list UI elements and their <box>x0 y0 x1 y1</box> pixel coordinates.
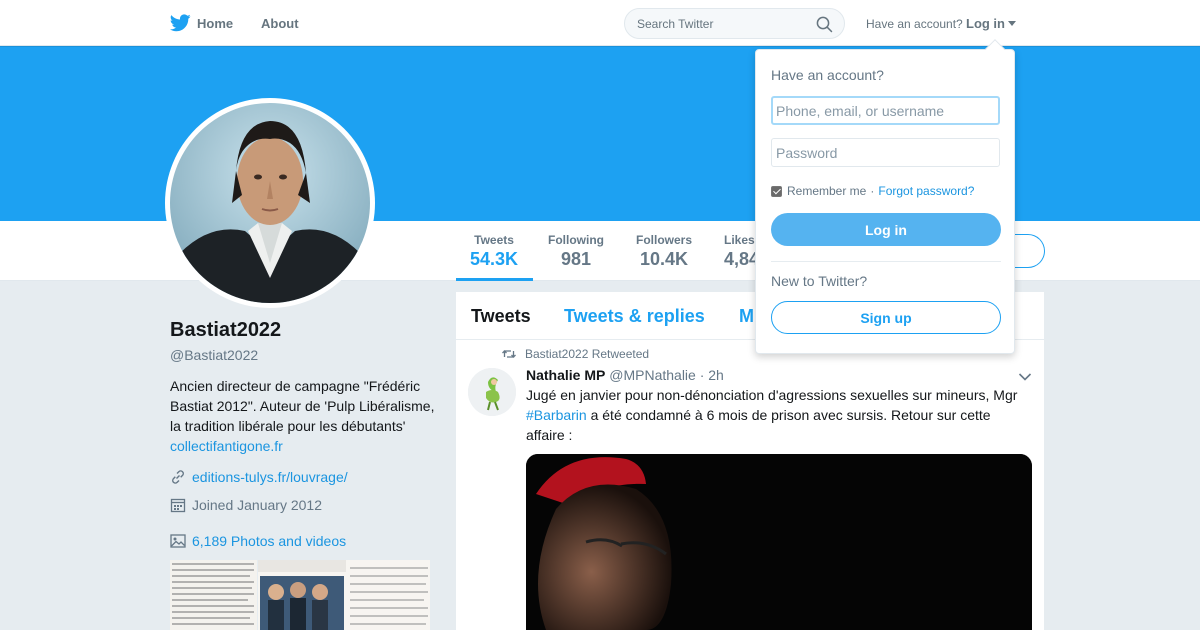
stat-label: Following <box>548 233 604 247</box>
calendar-icon <box>170 498 186 513</box>
top-navigation-bar: Home About Have an account? Log in <box>0 0 1200 46</box>
stat-likes[interactable]: Likes 4,84 <box>724 233 759 270</box>
retweeted-by-text[interactable]: Bastiat2022 Retweeted <box>525 347 649 361</box>
avatar-portrait <box>170 103 370 303</box>
login-button[interactable]: Log in <box>771 213 1001 246</box>
login-toggle-label: Log in <box>966 16 1005 31</box>
forgot-password-link[interactable]: Forgot password? <box>878 184 974 198</box>
profile-website: editions-tulys.fr/louvrage/ <box>170 469 348 485</box>
profile-name: Bastiat2022 <box>170 319 282 341</box>
joined-text: Joined January 2012 <box>192 497 322 513</box>
media-thumbnail[interactable] <box>170 560 257 630</box>
link-icon <box>172 470 184 484</box>
stat-following[interactable]: Following 981 <box>548 233 604 270</box>
bio-text: Ancien directeur de campagne "Frédéric B… <box>170 378 435 434</box>
stat-label: Likes <box>724 233 755 247</box>
tweet-author-name[interactable]: Nathalie MP <box>526 367 605 383</box>
tweet-header: Nathalie MP @MPNathalie · 2h <box>526 367 724 383</box>
username-field[interactable] <box>771 96 1000 125</box>
dropdown-divider <box>771 261 1001 262</box>
photos-videos-link[interactable]: 6,189 Photos and videos <box>192 533 346 549</box>
stat-value: 981 <box>560 249 592 269</box>
password-field[interactable] <box>771 138 1000 167</box>
profile-handle: @Bastiat2022 <box>170 347 259 363</box>
nav-about-link[interactable]: About <box>261 16 299 31</box>
remember-me-checkbox[interactable] <box>771 185 782 197</box>
tweet-text-part: Jugé en janvier pour non-dénonciation d'… <box>526 387 1018 403</box>
photo-icon <box>170 534 186 548</box>
nav-home-link[interactable]: Home <box>170 12 233 34</box>
tab-tweets-replies[interactable]: Tweets & replies <box>564 306 705 327</box>
stat-value: 4,84 <box>724 249 760 269</box>
new-to-twitter-text: New to Twitter? <box>771 273 868 289</box>
chevron-down-icon[interactable] <box>1018 372 1032 382</box>
stat-followers[interactable]: Followers 10.4K <box>636 233 692 270</box>
nav-home-label: Home <box>197 15 234 31</box>
tweet-author-avatar[interactable] <box>468 368 516 416</box>
stat-value: 10.4K <box>639 249 689 269</box>
signup-button[interactable]: Sign up <box>771 301 1001 334</box>
tab-tweets[interactable]: Tweets <box>471 306 531 327</box>
website-link[interactable]: editions-tulys.fr/louvrage/ <box>192 469 348 485</box>
search-box[interactable] <box>624 8 845 39</box>
tweet-hashtag[interactable]: #Barbarin <box>526 407 587 423</box>
tweet-media-image[interactable] <box>526 454 1032 630</box>
tweet-text: Jugé en janvier pour non-dénonciation d'… <box>526 385 1031 445</box>
login-dropdown-title: Have an account? <box>771 67 884 83</box>
search-icon[interactable] <box>816 16 833 33</box>
tweet-timestamp[interactable]: · 2h <box>700 367 724 383</box>
profile-photos-videos: 6,189 Photos and videos <box>170 533 346 549</box>
remember-me-row: Remember me · Forgot password? <box>771 184 974 198</box>
active-stat-underline <box>456 278 533 281</box>
login-dropdown: Have an account? Remember me · Forgot pa… <box>755 39 1015 354</box>
tweet-text-part: a été condamné à 6 mois de prison avec s… <box>526 407 991 443</box>
bio-link[interactable]: collectifantigone.fr <box>170 438 283 454</box>
retweet-context: Bastiat2022 Retweeted <box>502 347 649 361</box>
profile-joined: Joined January 2012 <box>170 497 322 513</box>
media-thumbnail[interactable] <box>258 560 430 630</box>
remember-me-label[interactable]: Remember me <box>787 184 866 198</box>
twitter-bird-icon <box>170 14 191 32</box>
profile-avatar[interactable] <box>165 98 375 308</box>
tweet-author-handle[interactable]: @MPNathalie <box>609 367 696 383</box>
login-dropdown-toggle[interactable]: Log in <box>966 16 1016 31</box>
separator-dot: · <box>870 184 875 198</box>
have-account-text: Have an account? <box>866 17 963 31</box>
search-input[interactable] <box>637 17 807 31</box>
caret-down-icon <box>1008 21 1016 26</box>
tab-media[interactable]: M <box>739 306 754 327</box>
stat-value: 54.3K <box>470 249 519 269</box>
stat-tweets[interactable]: Tweets 54.3K <box>470 233 518 270</box>
stat-label: Followers <box>636 233 693 247</box>
stat-label: Tweets <box>474 233 514 247</box>
retweet-icon <box>502 350 516 358</box>
profile-bio: Ancien directeur de campagne "Frédéric B… <box>170 376 435 456</box>
